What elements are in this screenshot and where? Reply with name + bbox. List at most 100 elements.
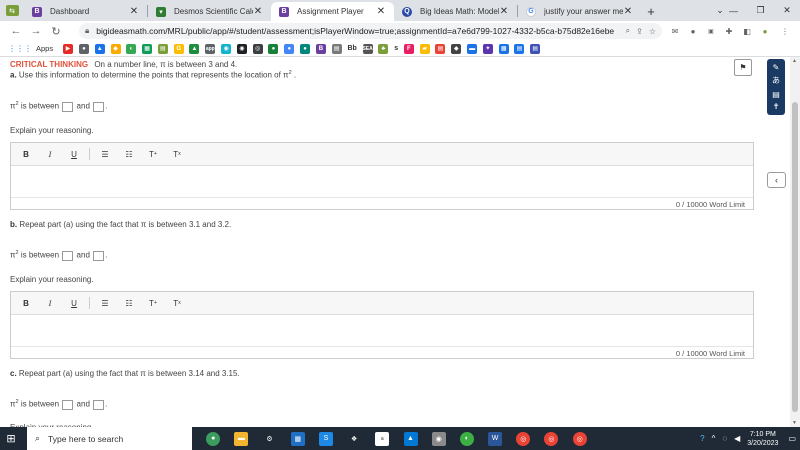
record-extension-icon[interactable]: ● (686, 23, 700, 39)
minimize-button[interactable]: — (720, 0, 747, 21)
tab-dashboard[interactable]: B Dashboard ✕ (24, 2, 147, 21)
drive-icon[interactable]: ▲ (94, 43, 105, 54)
pin-icon[interactable]: ● (78, 43, 89, 54)
taskbar-app-icon[interactable]: a (375, 431, 390, 446)
bullet-list-button[interactable]: ☰ (96, 295, 114, 311)
notes-icon[interactable]: ▤ (772, 90, 780, 99)
part-b-lower-input[interactable] (62, 250, 74, 261)
store-icon[interactable]: ▦ (290, 431, 305, 446)
tab-google-search[interactable]: G justify your answer meaning ✕ (518, 2, 641, 21)
italic-button[interactable]: I (41, 146, 59, 162)
chevron-up-icon[interactable]: ^ (712, 434, 716, 443)
scrollbar-thumb[interactable] (792, 102, 798, 412)
bold-button[interactable]: B (17, 146, 35, 162)
part-a-upper-input[interactable] (93, 101, 105, 112)
part-a-lower-input[interactable] (62, 101, 74, 112)
bookmark-icon[interactable]: ▤ (331, 43, 342, 54)
window-close-button[interactable]: ✕ (774, 0, 800, 21)
notifications-icon[interactable]: ▭ (788, 434, 796, 443)
bookmark-icon[interactable]: ▬ (467, 43, 478, 54)
taskbar-app-icon[interactable]: ● (206, 431, 221, 446)
bold-button[interactable]: B (17, 295, 35, 311)
flag-button[interactable]: ⚑ (734, 59, 752, 76)
numbered-list-button[interactable]: ☷ (120, 295, 138, 311)
bookmark-icon[interactable]: B (315, 43, 326, 54)
underline-button[interactable]: U (65, 295, 83, 311)
forward-button[interactable]: → (26, 21, 46, 41)
close-icon[interactable]: ✕ (376, 6, 386, 17)
camera-icon[interactable]: ◉ (431, 431, 446, 446)
chrome-icon[interactable]: ◎ (544, 431, 559, 446)
new-tab-button[interactable]: + (641, 2, 661, 21)
file-explorer-icon[interactable]: ▬ (234, 431, 249, 446)
taskbar-app-icon[interactable]: S (318, 431, 333, 446)
superscript-button[interactable]: T + (144, 146, 162, 162)
close-icon[interactable]: ✕ (253, 6, 263, 17)
close-icon[interactable]: ✕ (129, 6, 139, 17)
bookmark-icon[interactable]: ◉ (221, 43, 232, 54)
scroll-up-icon[interactable]: ▲ (792, 58, 797, 64)
bookmark-bb[interactable]: Bb (347, 44, 356, 54)
network-icon[interactable]: ◌ (722, 434, 727, 443)
bookmark-icon[interactable]: ♣ (378, 43, 389, 54)
reasoning-textarea[interactable] (11, 166, 753, 196)
photos-icon[interactable]: ▲ (403, 431, 418, 446)
puzzle-icon[interactable]: ✚ (722, 23, 736, 39)
bookmark-icon[interactable]: SEA (362, 43, 373, 54)
settings-icon[interactable]: ⚙ (263, 432, 277, 446)
taskbar-app-icon[interactable]: ◐ (459, 431, 474, 446)
tab-desmos[interactable]: ▾ Desmos Scientific Calculator ✕ (148, 2, 271, 21)
bookmark-icon[interactable]: ◎ (252, 43, 263, 54)
bookmark-icon[interactable]: ✦ (482, 43, 493, 54)
restore-button[interactable]: ❐ (747, 0, 774, 21)
close-icon[interactable]: ✕ (499, 6, 509, 17)
subscript-button[interactable]: Tx (168, 146, 186, 162)
bookmark-icon[interactable]: ▲ (189, 43, 200, 54)
page-scrollbar[interactable]: ▲ ▼ (790, 57, 800, 427)
dropbox-icon[interactable]: ❖ (347, 432, 361, 446)
mail-extension-icon[interactable]: ✉ (668, 23, 682, 39)
bookmark-icon[interactable]: ▤ (157, 43, 168, 54)
word-icon[interactable]: W (488, 431, 503, 446)
reload-button[interactable]: ↻ (46, 21, 66, 41)
start-button[interactable]: ⊞ (0, 427, 22, 450)
share-icon[interactable]: ⇪ (636, 27, 643, 36)
profile-icon[interactable]: ● (758, 23, 772, 39)
italic-button[interactable]: I (41, 295, 59, 311)
bullet-list-button[interactable]: ☰ (96, 146, 114, 162)
bookmark-icon[interactable]: ▰ (419, 43, 430, 54)
youtube-icon[interactable]: ▶ (63, 43, 74, 54)
address-bar[interactable]: 🔒︎ bigideasmath.com/MRL/public/app/#/stu… (79, 23, 662, 39)
extension-icon[interactable]: ▣ (704, 23, 718, 39)
bookmark-icon[interactable]: G (173, 43, 184, 54)
bookmark-icon[interactable]: ▤ (530, 43, 541, 54)
bookmark-icon[interactable]: ● (284, 43, 295, 54)
underline-button[interactable]: U (65, 146, 83, 162)
part-c-lower-input[interactable] (62, 399, 74, 410)
volume-icon[interactable]: ◀ (734, 434, 740, 443)
bookmark-s[interactable]: s (394, 44, 398, 54)
collapse-panel-button[interactable]: ‹ (767, 172, 786, 188)
back-button[interactable]: ← (6, 21, 26, 41)
bookmark-icon[interactable]: app (205, 43, 216, 54)
tab-search-button[interactable]: ⇆ (0, 0, 24, 21)
help-icon[interactable]: ? (700, 434, 704, 443)
superscript-button[interactable]: T + (144, 295, 162, 311)
accessibility-icon[interactable]: ✝ (773, 102, 780, 111)
subscript-button[interactable]: Tx (168, 295, 186, 311)
bookmark-icon[interactable]: F (403, 43, 414, 54)
chrome-icon[interactable]: ◎ (516, 431, 531, 446)
bookmark-icon[interactable]: ◆ (110, 43, 121, 54)
taskbar-clock[interactable]: 7:10 PM 3/20/2023 (747, 430, 778, 448)
bookmark-icon[interactable]: ● (300, 43, 311, 54)
bookmark-icon[interactable]: ● (268, 43, 279, 54)
bookmark-icon[interactable]: ◐ (126, 43, 137, 54)
star-icon[interactable]: ☆ (649, 27, 656, 36)
bookmark-icon[interactable]: ▦ (142, 43, 153, 54)
reasoning-textarea[interactable] (11, 315, 753, 345)
bookmark-icon[interactable]: ▤ (514, 43, 525, 54)
bookmark-icon[interactable]: ▤ (435, 43, 446, 54)
scroll-down-icon[interactable]: ▼ (792, 420, 797, 426)
part-c-upper-input[interactable] (93, 399, 105, 410)
pencil-icon[interactable]: ✎ (773, 63, 780, 72)
